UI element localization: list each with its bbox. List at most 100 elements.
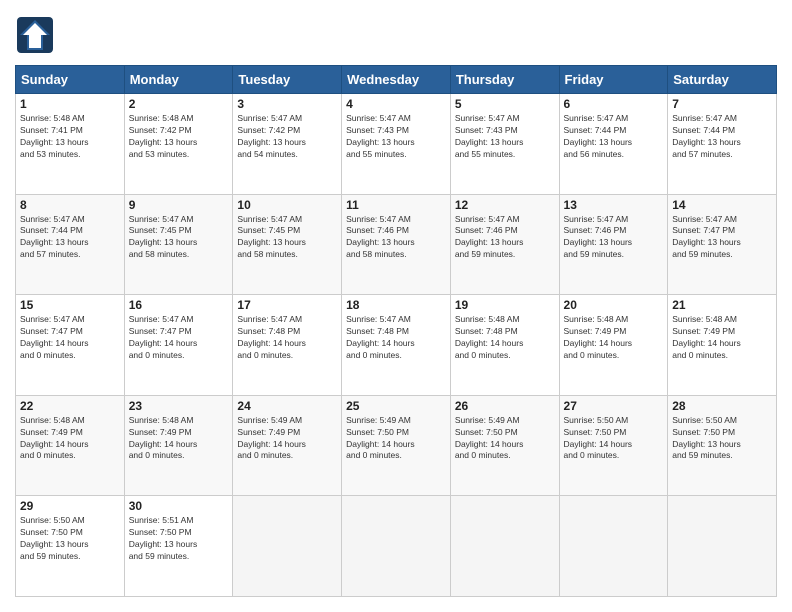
calendar-cell: 29 Sunrise: 5:50 AMSunset: 7:50 PMDayligh… — [16, 496, 125, 597]
calendar-cell: 25 Sunrise: 5:49 AMSunset: 7:50 PMDayligh… — [342, 395, 451, 496]
day-number: 22 — [20, 399, 120, 413]
header — [15, 15, 777, 55]
calendar-cell: 17 Sunrise: 5:47 AMSunset: 7:48 PMDayligh… — [233, 295, 342, 396]
day-number: 28 — [672, 399, 772, 413]
day-number: 9 — [129, 198, 229, 212]
day-number: 4 — [346, 97, 446, 111]
day-info: Sunrise: 5:48 AMSunset: 7:49 PMDaylight:… — [20, 415, 120, 463]
day-number: 20 — [564, 298, 664, 312]
calendar-cell: 2 Sunrise: 5:48 AMSunset: 7:42 PMDaylight… — [124, 94, 233, 195]
calendar-cell: 10 Sunrise: 5:47 AMSunset: 7:45 PMDayligh… — [233, 194, 342, 295]
day-number: 17 — [237, 298, 337, 312]
day-number: 16 — [129, 298, 229, 312]
day-number: 30 — [129, 499, 229, 513]
day-number: 3 — [237, 97, 337, 111]
day-info: Sunrise: 5:47 AMSunset: 7:42 PMDaylight:… — [237, 113, 337, 161]
day-number: 29 — [20, 499, 120, 513]
calendar-cell: 13 Sunrise: 5:47 AMSunset: 7:46 PMDayligh… — [559, 194, 668, 295]
day-info: Sunrise: 5:48 AMSunset: 7:49 PMDaylight:… — [564, 314, 664, 362]
day-info: Sunrise: 5:49 AMSunset: 7:50 PMDaylight:… — [346, 415, 446, 463]
day-info: Sunrise: 5:49 AMSunset: 7:49 PMDaylight:… — [237, 415, 337, 463]
day-info: Sunrise: 5:47 AMSunset: 7:48 PMDaylight:… — [346, 314, 446, 362]
calendar-cell: 20 Sunrise: 5:48 AMSunset: 7:49 PMDayligh… — [559, 295, 668, 396]
day-info: Sunrise: 5:47 AMSunset: 7:46 PMDaylight:… — [564, 214, 664, 262]
calendar-cell — [233, 496, 342, 597]
calendar-cell: 4 Sunrise: 5:47 AMSunset: 7:43 PMDaylight… — [342, 94, 451, 195]
calendar-cell — [559, 496, 668, 597]
calendar-cell: 21Sunrise: 5:48 AMSunset: 7:49 PMDayligh… — [668, 295, 777, 396]
day-info: Sunrise: 5:47 AMSunset: 7:44 PMDaylight:… — [672, 113, 772, 161]
day-info: Sunrise: 5:47 AMSunset: 7:47 PMDaylight:… — [672, 214, 772, 262]
day-info: Sunrise: 5:47 AMSunset: 7:45 PMDaylight:… — [237, 214, 337, 262]
calendar-cell: 18 Sunrise: 5:47 AMSunset: 7:48 PMDayligh… — [342, 295, 451, 396]
calendar-week-row: 8 Sunrise: 5:47 AMSunset: 7:44 PMDaylight… — [16, 194, 777, 295]
day-info: Sunrise: 5:48 AMSunset: 7:49 PMDaylight:… — [129, 415, 229, 463]
day-info: Sunrise: 5:47 AMSunset: 7:48 PMDaylight:… — [237, 314, 337, 362]
calendar-header-monday: Monday — [124, 66, 233, 94]
day-number: 12 — [455, 198, 555, 212]
day-info: Sunrise: 5:48 AMSunset: 7:42 PMDaylight:… — [129, 113, 229, 161]
calendar-cell: 22 Sunrise: 5:48 AMSunset: 7:49 PMDayligh… — [16, 395, 125, 496]
calendar-week-row: 1 Sunrise: 5:48 AMSunset: 7:41 PMDaylight… — [16, 94, 777, 195]
calendar-cell: 19Sunrise: 5:48 AMSunset: 7:48 PMDayligh… — [450, 295, 559, 396]
day-number: 27 — [564, 399, 664, 413]
day-number: 15 — [20, 298, 120, 312]
day-number: 13 — [564, 198, 664, 212]
day-number: 7 — [672, 97, 772, 111]
calendar-header-tuesday: Tuesday — [233, 66, 342, 94]
day-number: 25 — [346, 399, 446, 413]
logo — [15, 15, 60, 55]
logo-icon — [15, 15, 55, 55]
day-number: 24 — [237, 399, 337, 413]
day-number: 6 — [564, 97, 664, 111]
day-info: Sunrise: 5:47 AMSunset: 7:44 PMDaylight:… — [564, 113, 664, 161]
calendar-cell: 26Sunrise: 5:49 AMSunset: 7:50 PMDayligh… — [450, 395, 559, 496]
day-number: 8 — [20, 198, 120, 212]
day-info: Sunrise: 5:47 AMSunset: 7:44 PMDaylight:… — [20, 214, 120, 262]
day-number: 18 — [346, 298, 446, 312]
calendar-cell: 3 Sunrise: 5:47 AMSunset: 7:42 PMDaylight… — [233, 94, 342, 195]
calendar-header-wednesday: Wednesday — [342, 66, 451, 94]
day-number: 11 — [346, 198, 446, 212]
day-info: Sunrise: 5:47 AMSunset: 7:45 PMDaylight:… — [129, 214, 229, 262]
day-number: 23 — [129, 399, 229, 413]
day-number: 19 — [455, 298, 555, 312]
calendar-header-thursday: Thursday — [450, 66, 559, 94]
day-info: Sunrise: 5:47 AMSunset: 7:46 PMDaylight:… — [346, 214, 446, 262]
calendar-header-row: SundayMondayTuesdayWednesdayThursdayFrid… — [16, 66, 777, 94]
calendar-cell: 14 Sunrise: 5:47 AMSunset: 7:47 PMDayligh… — [668, 194, 777, 295]
day-info: Sunrise: 5:47 AMSunset: 7:43 PMDaylight:… — [346, 113, 446, 161]
day-number: 1 — [20, 97, 120, 111]
day-number: 14 — [672, 198, 772, 212]
calendar-cell: 5 Sunrise: 5:47 AMSunset: 7:43 PMDaylight… — [450, 94, 559, 195]
day-info: Sunrise: 5:50 AMSunset: 7:50 PMDaylight:… — [672, 415, 772, 463]
calendar-week-row: 22 Sunrise: 5:48 AMSunset: 7:49 PMDayligh… — [16, 395, 777, 496]
calendar-cell: 15Sunrise: 5:47 AMSunset: 7:47 PMDayligh… — [16, 295, 125, 396]
calendar-cell: 6 Sunrise: 5:47 AMSunset: 7:44 PMDaylight… — [559, 94, 668, 195]
day-number: 21 — [672, 298, 772, 312]
calendar-week-row: 15Sunrise: 5:47 AMSunset: 7:47 PMDayligh… — [16, 295, 777, 396]
calendar-header-friday: Friday — [559, 66, 668, 94]
calendar-cell: 11 Sunrise: 5:47 AMSunset: 7:46 PMDayligh… — [342, 194, 451, 295]
day-number: 10 — [237, 198, 337, 212]
calendar-cell: 1 Sunrise: 5:48 AMSunset: 7:41 PMDaylight… — [16, 94, 125, 195]
calendar-cell: 12 Sunrise: 5:47 AMSunset: 7:46 PMDayligh… — [450, 194, 559, 295]
day-info: Sunrise: 5:50 AMSunset: 7:50 PMDaylight:… — [20, 515, 120, 563]
day-number: 2 — [129, 97, 229, 111]
calendar-cell: 7 Sunrise: 5:47 AMSunset: 7:44 PMDaylight… — [668, 94, 777, 195]
page: SundayMondayTuesdayWednesdayThursdayFrid… — [0, 0, 792, 612]
calendar-cell: 8 Sunrise: 5:47 AMSunset: 7:44 PMDaylight… — [16, 194, 125, 295]
calendar-cell: 30Sunrise: 5:51 AMSunset: 7:50 PMDayligh… — [124, 496, 233, 597]
day-info: Sunrise: 5:50 AMSunset: 7:50 PMDaylight:… — [564, 415, 664, 463]
day-info: Sunrise: 5:47 AMSunset: 7:43 PMDaylight:… — [455, 113, 555, 161]
day-info: Sunrise: 5:49 AMSunset: 7:50 PMDaylight:… — [455, 415, 555, 463]
calendar-cell: 27 Sunrise: 5:50 AMSunset: 7:50 PMDayligh… — [559, 395, 668, 496]
calendar-cell: 28 Sunrise: 5:50 AMSunset: 7:50 PMDayligh… — [668, 395, 777, 496]
calendar-cell: 24 Sunrise: 5:49 AMSunset: 7:49 PMDayligh… — [233, 395, 342, 496]
day-number: 5 — [455, 97, 555, 111]
calendar-table: SundayMondayTuesdayWednesdayThursdayFrid… — [15, 65, 777, 597]
calendar-cell — [342, 496, 451, 597]
calendar-cell: 16Sunrise: 5:47 AMSunset: 7:47 PMDayligh… — [124, 295, 233, 396]
day-info: Sunrise: 5:48 AMSunset: 7:41 PMDaylight:… — [20, 113, 120, 161]
day-info: Sunrise: 5:47 AMSunset: 7:46 PMDaylight:… — [455, 214, 555, 262]
